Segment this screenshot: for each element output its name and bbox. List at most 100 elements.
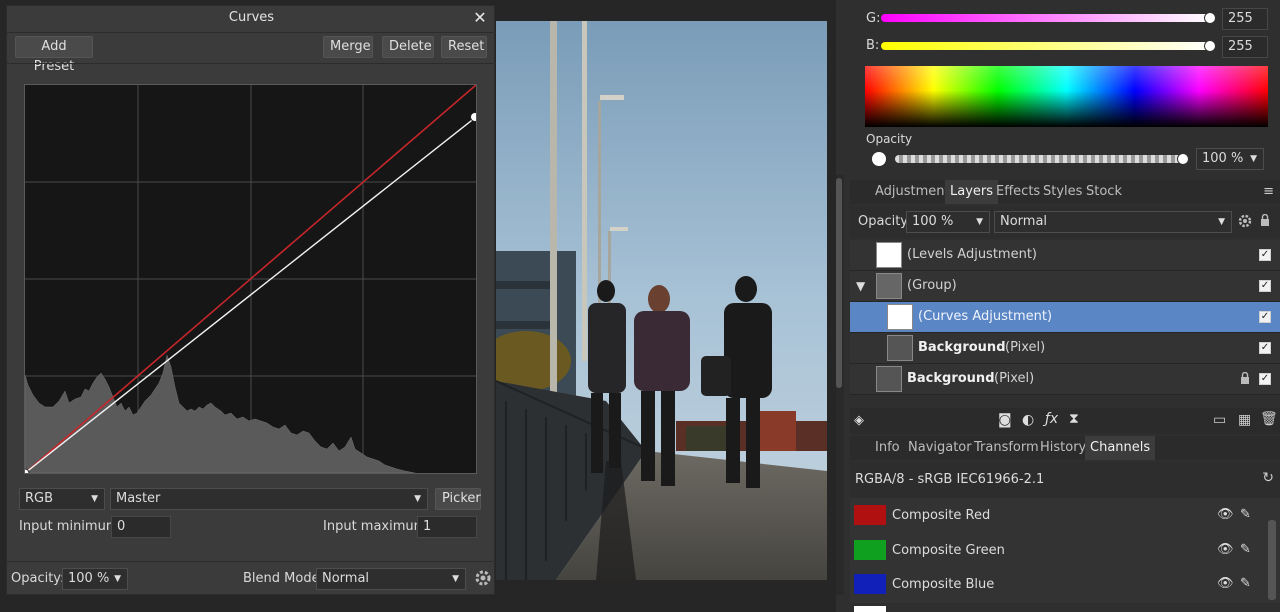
input-max-field[interactable]: 1 — [417, 516, 477, 538]
gear-icon[interactable] — [1238, 214, 1252, 228]
channels-header: RGBA/8 - sRGB IEC61966-2.1 ↻ — [850, 462, 1280, 498]
layer-row-levels[interactable]: (Levels Adjustment) ✓ — [850, 240, 1280, 271]
add-preset-button[interactable]: Add Preset — [15, 36, 93, 74]
pencil-icon[interactable]: ✎ — [1240, 542, 1251, 557]
scrollbar-thumb[interactable] — [836, 178, 842, 388]
tab-effects[interactable]: Effects — [996, 180, 1040, 204]
add-layer-icon[interactable]: ▦ — [1238, 412, 1251, 428]
tab-styles[interactable]: Styles — [1043, 180, 1082, 204]
color-opacity-value: 100 % — [1202, 151, 1244, 166]
layer-visibility-checkbox[interactable]: ✓ — [1259, 249, 1271, 261]
chevron-down-icon: ▼ — [452, 574, 459, 584]
app-root: Curves ✕ Add Preset Merge Delete Reset R… — [0, 0, 1280, 612]
curves-dialog: Curves ✕ Add Preset Merge Delete Reset R… — [6, 5, 496, 595]
curves-graph[interactable] — [24, 84, 477, 474]
channel-row-green[interactable]: Composite Green 👁 ✎ — [850, 533, 1280, 568]
tab-transform[interactable]: Transform — [974, 436, 1039, 460]
chevron-down-icon: ▼ — [976, 217, 983, 227]
chevron-down-icon[interactable]: ▼ — [856, 279, 865, 293]
layers-opacity-select[interactable]: 100 % ▼ — [906, 211, 990, 233]
layer-row-group[interactable]: ▼ (Group) ✓ — [850, 271, 1280, 302]
refresh-icon[interactable]: ↻ — [1262, 470, 1274, 486]
hourglass-icon[interactable]: ⧗ — [1069, 411, 1079, 427]
curves-graph-svg[interactable] — [25, 85, 476, 473]
canvas-photo[interactable] — [496, 21, 827, 580]
channel-thumbnail — [854, 574, 886, 594]
g-slider-handle[interactable] — [1204, 12, 1216, 24]
tab-adjustment[interactable]: Adjustment — [875, 180, 950, 204]
channel-name: Composite Blue — [892, 577, 995, 592]
layer-visibility-checkbox[interactable]: ✓ — [1259, 342, 1271, 354]
chevron-down-icon: ▼ — [1218, 217, 1225, 227]
adjustment-icon[interactable]: ◐ — [1022, 412, 1034, 428]
divider — [7, 63, 496, 64]
tab-info[interactable]: Info — [875, 436, 900, 460]
layer-thumbnail — [876, 273, 902, 299]
tab-stock[interactable]: Stock — [1086, 180, 1122, 204]
channel-row-blue[interactable]: Composite Blue 👁 ✎ — [850, 568, 1280, 603]
color-opacity-select[interactable]: 100 % ▼ — [1196, 148, 1264, 170]
blend-mode-label: Blend Mode: — [243, 571, 324, 586]
lock-icon[interactable] — [1260, 213, 1270, 227]
delete-button[interactable]: Delete — [382, 36, 434, 58]
layer-visibility-checkbox[interactable]: ✓ — [1259, 373, 1271, 385]
merge-button[interactable]: Merge — [323, 36, 373, 58]
b-slider-handle[interactable] — [1204, 40, 1216, 52]
pencil-icon[interactable]: ✎ — [1240, 576, 1251, 591]
layer-name: (Levels Adjustment) — [907, 247, 1037, 262]
divider — [7, 561, 496, 562]
channel-select-value: RGB — [25, 491, 54, 506]
tab-history[interactable]: History — [1040, 436, 1086, 460]
layer-type: (Pixel) — [994, 371, 1035, 386]
layers-tabbar: Adjustment Layers Effects Styles Stock ≡ — [850, 180, 1280, 204]
lock-icon[interactable] — [1240, 371, 1250, 385]
color-spectrum[interactable] — [865, 66, 1268, 127]
folder-icon[interactable]: ▭ — [1213, 412, 1226, 428]
eye-icon[interactable]: 👁 — [1217, 576, 1234, 591]
b-value-field[interactable]: 255 — [1222, 36, 1268, 58]
layers-stack-icon[interactable]: ◈ — [854, 413, 864, 428]
dialog-title: Curves — [228, 10, 275, 25]
dialog-opacity-value: 100 % — [68, 571, 110, 586]
trash-icon[interactable]: 🗑 — [1260, 411, 1278, 427]
blend-mode-select[interactable]: Normal ▼ — [316, 568, 466, 590]
opacity-slider-handle[interactable] — [1177, 153, 1189, 165]
layers-blend-select[interactable]: Normal ▼ — [994, 211, 1232, 233]
close-icon[interactable]: ✕ — [470, 8, 490, 28]
layer-row-background[interactable]: Background (Pixel) ✓ — [850, 364, 1280, 395]
channels-scrollbar[interactable] — [1268, 520, 1276, 600]
b-slider[interactable] — [881, 42, 1211, 50]
channel-thumbnail — [854, 505, 886, 525]
g-slider[interactable] — [881, 14, 1211, 22]
channel-select[interactable]: RGB ▼ — [19, 488, 105, 510]
blend-mode-value: Normal — [322, 571, 370, 586]
layer-visibility-checkbox[interactable]: ✓ — [1259, 280, 1271, 292]
layer-thumbnail — [876, 242, 902, 268]
layer-name: (Curves Adjustment) — [918, 309, 1053, 324]
layer-visibility-checkbox[interactable]: ✓ — [1259, 311, 1271, 323]
panel-menu-icon[interactable]: ≡ — [1263, 184, 1274, 199]
layers-toolbar: ◈ ◙ ◐ ƒx ⧗ ▭ ▦ 🗑 — [850, 408, 1280, 434]
layer-row-background-inner[interactable]: Background (Pixel) ✓ — [850, 333, 1280, 364]
mask-icon[interactable]: ◙ — [998, 412, 1012, 428]
curve-point-end[interactable] — [470, 112, 477, 122]
tab-navigator[interactable]: Navigator — [908, 436, 972, 460]
pencil-icon[interactable]: ✎ — [1240, 507, 1251, 522]
dialog-opacity-select[interactable]: 100 % ▼ — [62, 568, 128, 590]
layer-name: (Group) — [907, 278, 957, 293]
channel-row-red[interactable]: Composite Red 👁 ✎ — [850, 498, 1280, 533]
eye-icon[interactable]: 👁 — [1217, 507, 1234, 522]
divider — [7, 32, 496, 33]
tab-layers[interactable]: Layers — [945, 180, 999, 204]
reset-button[interactable]: Reset — [441, 36, 487, 58]
eye-icon[interactable]: 👁 — [1217, 542, 1234, 557]
picker-button[interactable]: Picker — [435, 488, 481, 510]
fx-icon[interactable]: ƒx — [1045, 411, 1058, 427]
input-min-field[interactable]: 0 — [111, 516, 171, 538]
opacity-slider[interactable] — [895, 155, 1183, 163]
g-value-field[interactable]: 255 — [1222, 8, 1268, 30]
gear-icon[interactable] — [474, 569, 492, 587]
tab-channels[interactable]: Channels — [1085, 436, 1156, 460]
layer-row-curves[interactable]: (Curves Adjustment) ✓ — [850, 302, 1280, 333]
master-select[interactable]: Master ▼ — [110, 488, 428, 510]
